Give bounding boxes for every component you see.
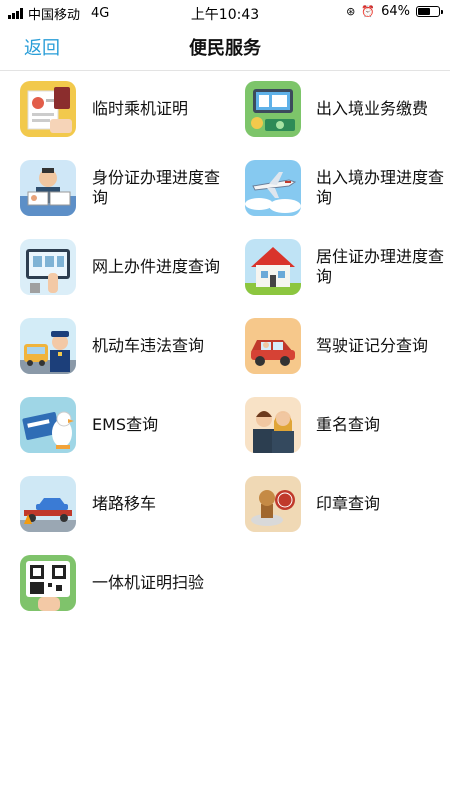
service-label: 出入境业务缴费 bbox=[316, 99, 429, 118]
service-item-residence-permit-progress[interactable]: 居住证办理进度查询 bbox=[0, 232, 450, 302]
service-label: 一体机证明扫验 bbox=[92, 573, 205, 592]
service-label: 驾驶证记分查询 bbox=[316, 336, 429, 355]
qr-scan-icon bbox=[20, 555, 76, 611]
people-icon bbox=[245, 397, 301, 453]
service-item-exit-entry-progress[interactable]: 出入境办理进度查询 bbox=[0, 153, 450, 223]
car-driver-icon bbox=[245, 318, 301, 374]
navigation-bar: 返回 便民服务 bbox=[0, 24, 450, 71]
service-label: 印章查询 bbox=[316, 494, 381, 513]
orientation-lock-icon: ⊛ bbox=[346, 5, 356, 18]
service-item-seal-query[interactable]: 印章查询 bbox=[0, 469, 450, 539]
service-label: 居住证办理进度查询 bbox=[316, 247, 445, 286]
page-title: 便民服务 bbox=[189, 38, 261, 59]
alarm-icon: ⏰ bbox=[361, 5, 376, 18]
house-icon bbox=[245, 239, 301, 295]
airplane-icon bbox=[245, 160, 301, 216]
service-item-exit-entry-payment[interactable]: 出入境业务缴费 bbox=[0, 74, 450, 144]
service-label: 出入境办理进度查询 bbox=[316, 168, 445, 207]
payment-icon bbox=[245, 81, 301, 137]
battery-percent: 64% bbox=[381, 4, 410, 19]
service-item-duplicate-name[interactable]: 重名查询 bbox=[0, 390, 450, 460]
battery-icon bbox=[416, 6, 443, 17]
service-item-kiosk-certificate-scan[interactable]: 一体机证明扫验 bbox=[0, 548, 225, 618]
service-label: 重名查询 bbox=[316, 415, 381, 434]
service-item-license-points[interactable]: 驾驶证记分查询 bbox=[0, 311, 450, 381]
battery-fill bbox=[418, 8, 430, 15]
stamp-icon bbox=[245, 476, 301, 532]
status-bar: 中国移动 4G 上午10:43 ⊛ ⏰ 64% bbox=[0, 0, 450, 24]
status-right: ⊛ ⏰ 64% bbox=[346, 4, 443, 19]
